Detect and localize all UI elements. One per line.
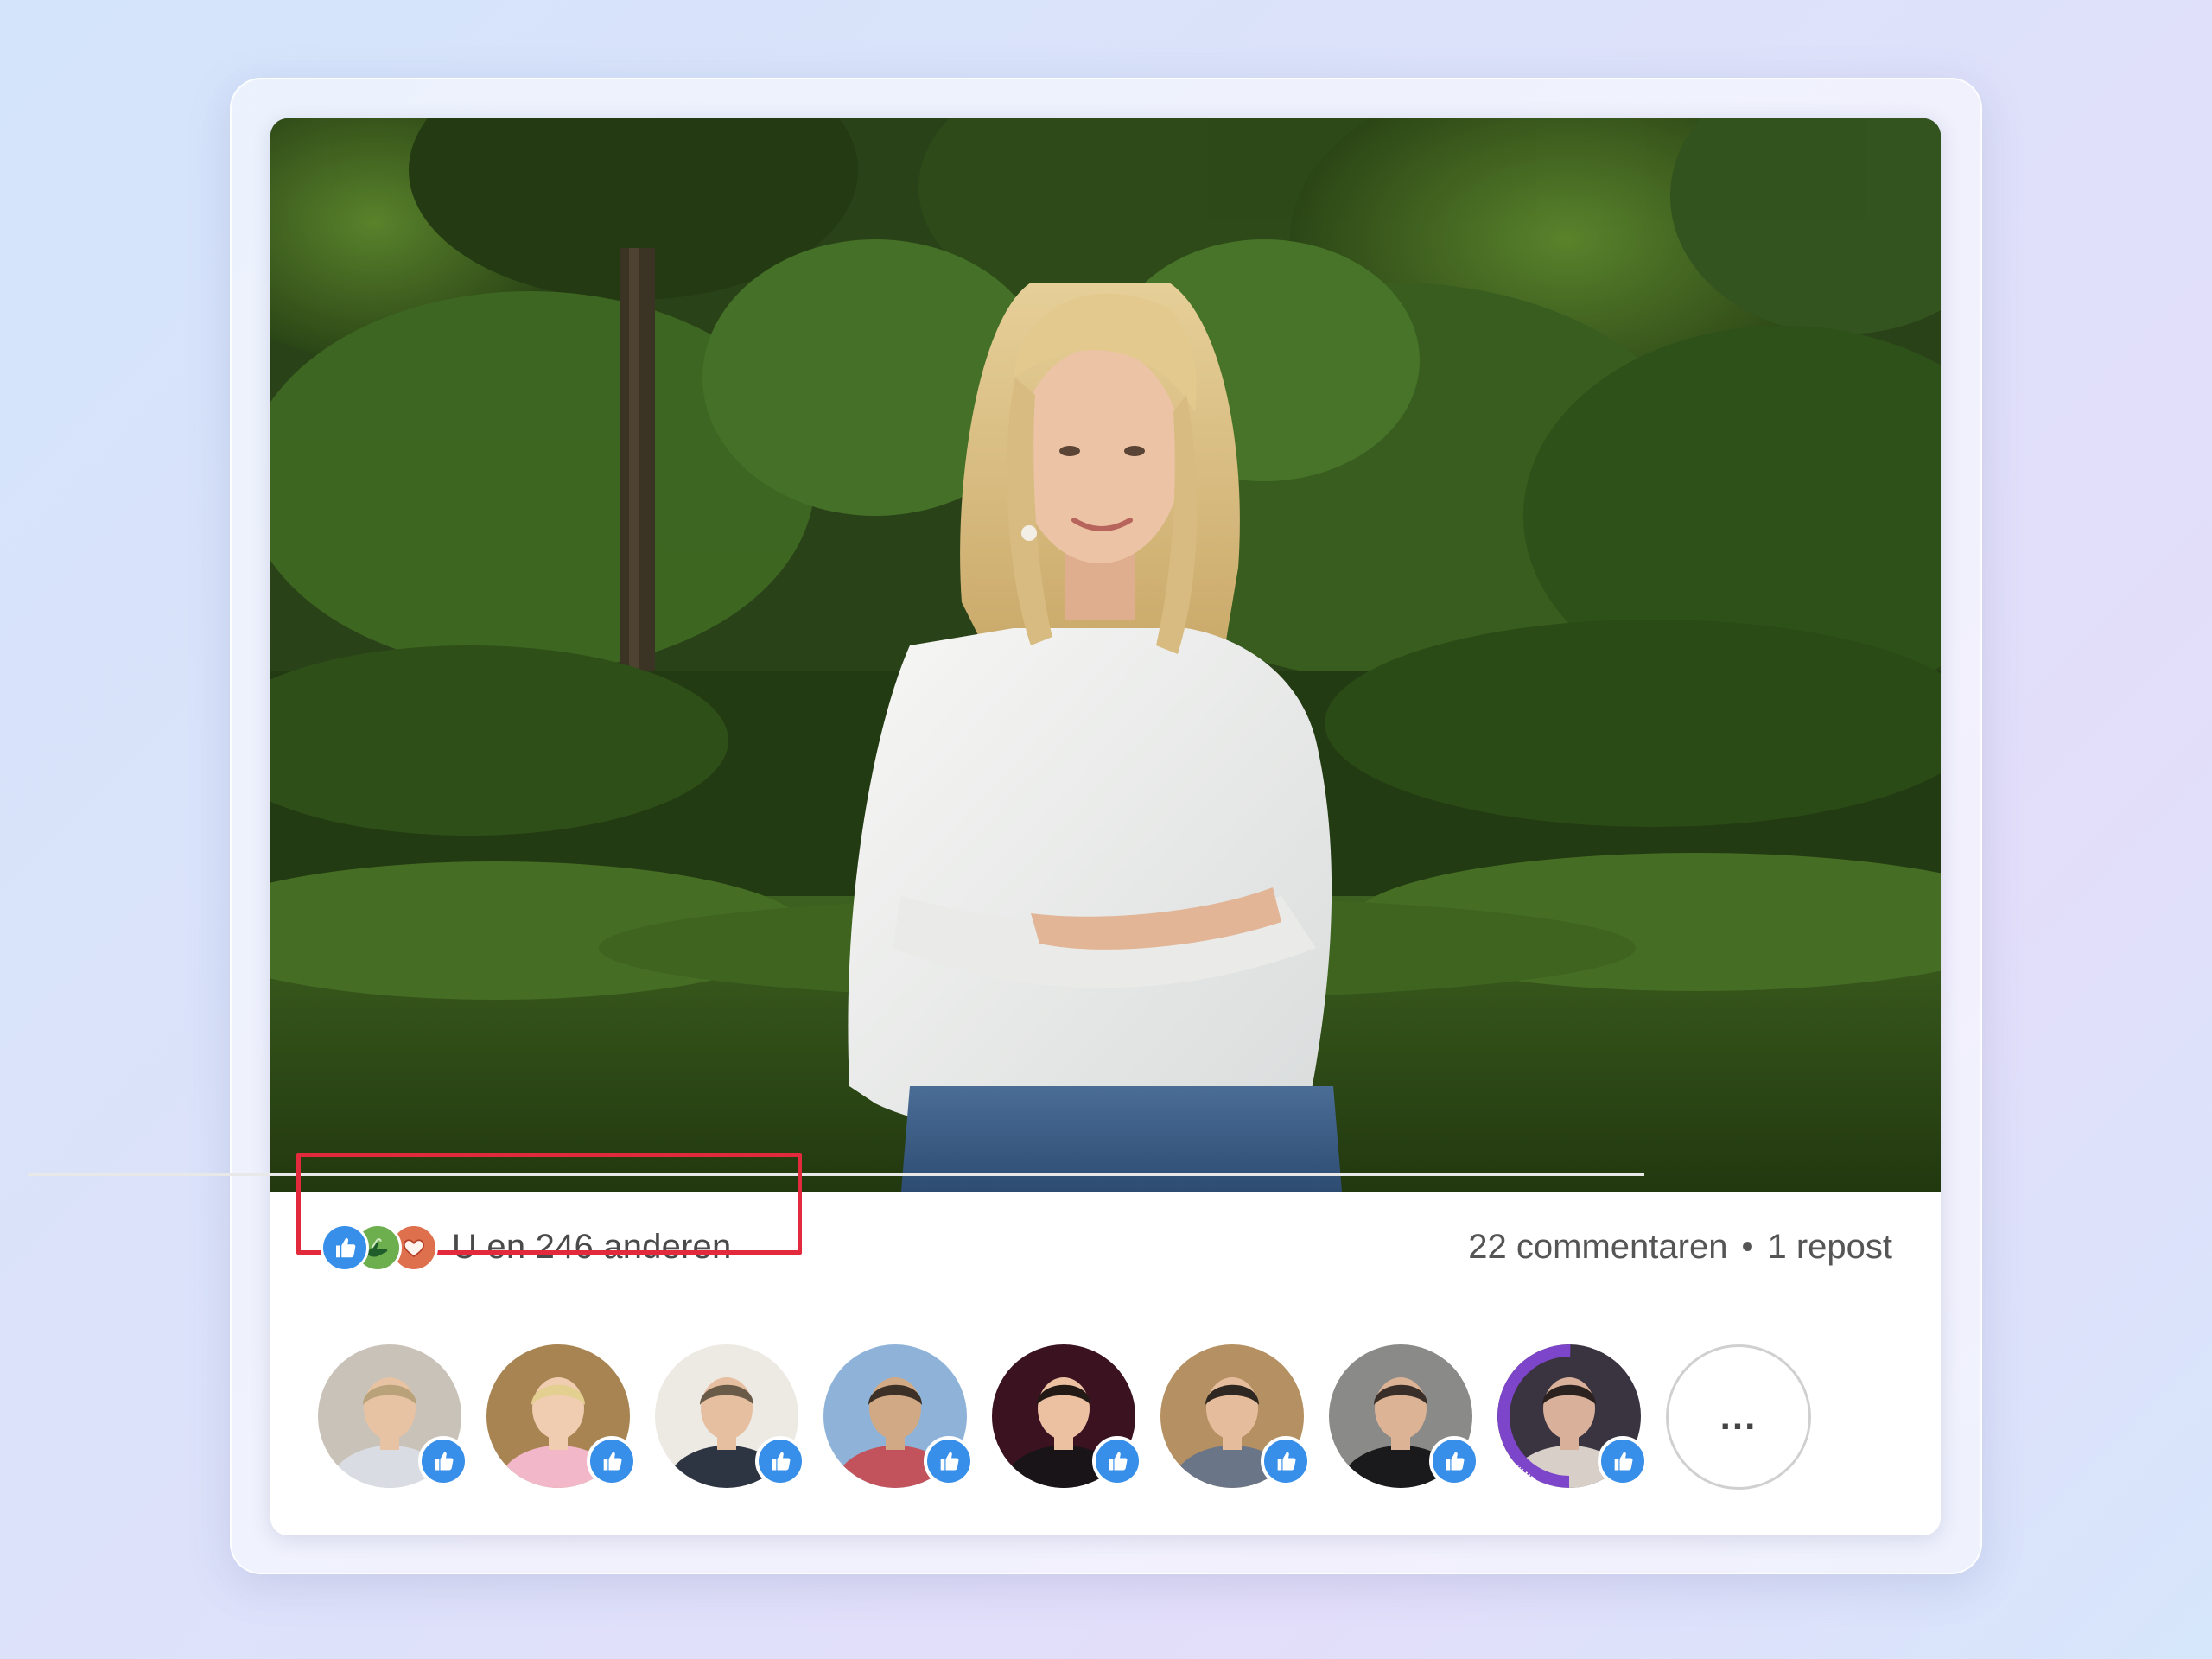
like-icon (1598, 1436, 1648, 1486)
engagement-divider (28, 1173, 1644, 1176)
like-icon (924, 1436, 974, 1486)
engagement-bar: U en 246 anderen 22 commentaren • 1 repo… (270, 1192, 1941, 1313)
reactor-avatar-item[interactable] (1160, 1344, 1311, 1488)
stats-separator: • (1741, 1228, 1754, 1266)
reactor-avatar-item[interactable] (318, 1344, 468, 1488)
reactor-avatar-item[interactable] (992, 1344, 1142, 1488)
reaction-summary[interactable]: U en 246 anderen (452, 1228, 731, 1267)
like-icon (321, 1224, 369, 1272)
reactor-avatar-item[interactable] (486, 1344, 637, 1488)
like-icon (1261, 1436, 1311, 1486)
post-photo-illustration (270, 118, 1941, 1192)
social-counts: 22 commentaren • 1 repost (1468, 1228, 1892, 1267)
reaction-icons[interactable] (321, 1224, 450, 1272)
reactors-row: #HIRING... (318, 1344, 1830, 1491)
reactor-avatar-item[interactable] (1329, 1344, 1479, 1488)
reposts-count[interactable]: 1 repost (1767, 1228, 1892, 1267)
like-icon (1092, 1436, 1142, 1486)
reactor-avatar-item[interactable]: #HIRING (1497, 1344, 1648, 1488)
reactor-avatar-item[interactable] (823, 1344, 974, 1488)
like-icon (1429, 1436, 1479, 1486)
post-photo[interactable] (270, 118, 1941, 1192)
post-card: U en 246 anderen 22 commentaren • 1 repo… (270, 118, 1941, 1535)
like-icon (418, 1436, 468, 1486)
comments-count[interactable]: 22 commentaren (1468, 1228, 1727, 1267)
more-reactors-button[interactable]: ... (1666, 1344, 1811, 1490)
like-icon (587, 1436, 637, 1486)
like-icon (755, 1436, 805, 1486)
reactor-avatar-item[interactable] (655, 1344, 805, 1488)
